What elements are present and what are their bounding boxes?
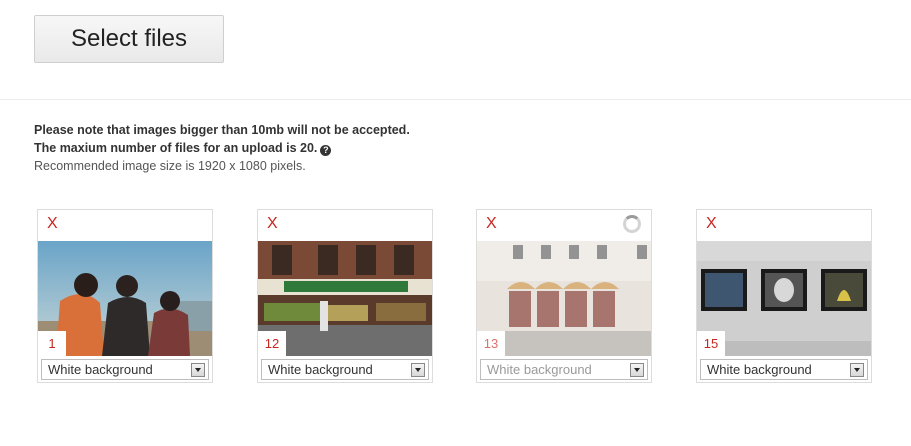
chevron-down-icon[interactable] — [191, 362, 205, 377]
background-select[interactable]: White background — [480, 359, 648, 380]
image-card: X 1 White background — [37, 209, 213, 383]
background-select[interactable]: White background — [261, 359, 429, 380]
remove-image-button[interactable]: X — [47, 214, 58, 234]
image-number: 12 — [258, 331, 286, 356]
remove-image-button[interactable]: X — [267, 214, 278, 234]
recommended-size-note: Recommended image size is 1920 x 1080 pi… — [34, 159, 306, 173]
remove-image-button[interactable]: X — [486, 214, 497, 234]
select-files-button[interactable]: Select files — [34, 15, 224, 63]
size-limit-note: Please note that images bigger than 10mb… — [34, 123, 410, 137]
image-number: 15 — [697, 331, 725, 356]
chevron-down-icon[interactable] — [630, 362, 644, 377]
chevron-down-icon[interactable] — [411, 362, 425, 377]
upload-notes: Please note that images bigger than 10mb… — [34, 121, 410, 175]
image-card: X 13 White background — [476, 209, 652, 383]
image-thumbnail: 1 — [38, 241, 212, 356]
loading-spinner-icon — [623, 215, 641, 233]
image-thumbnail: 15 — [697, 241, 871, 356]
help-icon[interactable]: ? — [320, 144, 332, 156]
background-select[interactable]: White background — [700, 359, 868, 380]
image-thumbnail: 12 — [258, 241, 432, 356]
background-select[interactable]: White background — [41, 359, 209, 380]
image-number: 13 — [477, 331, 505, 356]
image-number: 1 — [38, 331, 66, 356]
remove-image-button[interactable]: X — [706, 214, 717, 234]
image-card: X 12 White background — [257, 209, 433, 383]
image-card: X 15 White background — [696, 209, 872, 383]
max-files-note: The maxium number of files for an upload… — [34, 139, 410, 157]
image-thumbnail: 13 — [477, 241, 651, 356]
chevron-down-icon[interactable] — [850, 362, 864, 377]
divider — [0, 99, 911, 100]
